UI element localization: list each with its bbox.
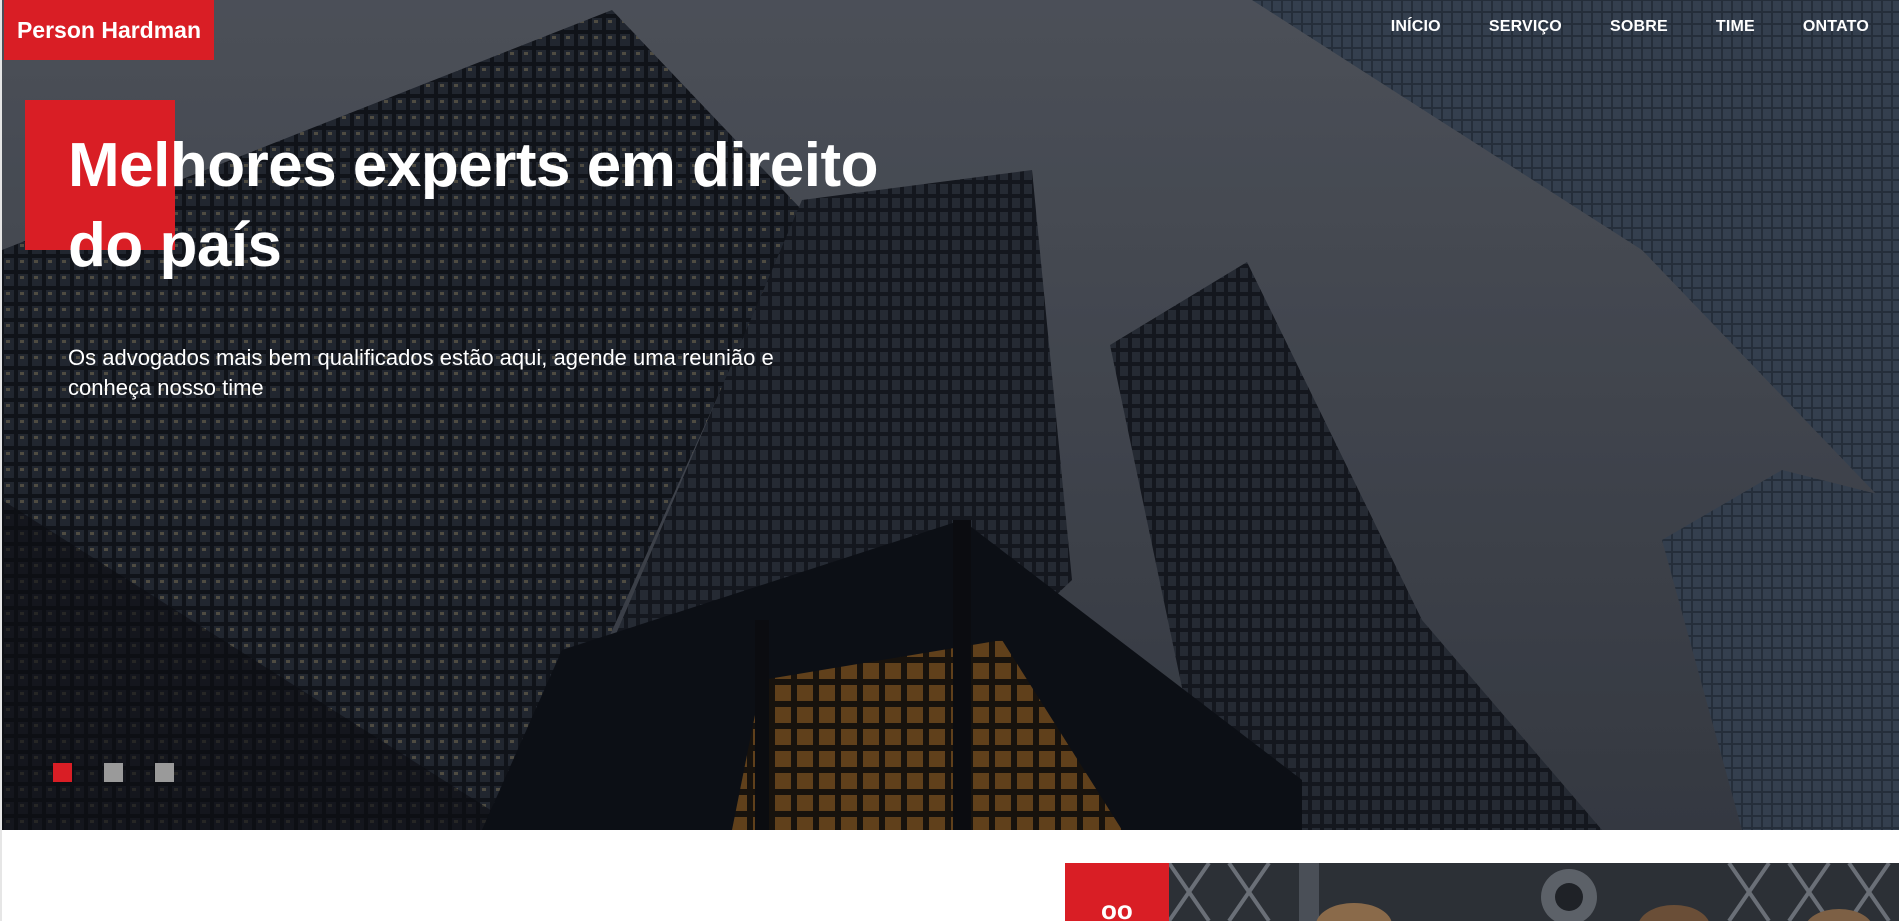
- hero-section: Melhores experts em direito do país Os a…: [0, 0, 1899, 830]
- slider-dot-1[interactable]: [53, 763, 72, 782]
- hero-subtitle: Os advogados mais bem qualificados estão…: [68, 345, 774, 400]
- team-photo: [1169, 863, 1899, 921]
- team-photo-image: [1169, 863, 1899, 921]
- nav-item-time[interactable]: TIME: [1716, 18, 1755, 36]
- hero-headline: Melhores experts em direito do país: [68, 131, 879, 280]
- slider-dot-2[interactable]: [104, 763, 123, 782]
- nav-item-contato[interactable]: ONTATO: [1803, 18, 1869, 36]
- hero-dark-overlay: [2, 0, 1899, 830]
- brand-logo[interactable]: Person Hardman: [4, 0, 214, 60]
- quote-badge: oo: [1065, 863, 1169, 921]
- slider-pagination: [53, 763, 174, 782]
- main-nav: INÍCIO SERVIÇO SOBRE TIME ONTATO: [1391, 18, 1869, 36]
- page: Melhores experts em direito do país Os a…: [0, 0, 1899, 921]
- slider-dot-3[interactable]: [155, 763, 174, 782]
- nav-item-servico[interactable]: SERVIÇO: [1489, 18, 1562, 36]
- nav-item-sobre[interactable]: SOBRE: [1610, 18, 1668, 36]
- quote-icon: oo: [1101, 895, 1133, 921]
- nav-item-inicio[interactable]: INÍCIO: [1391, 18, 1441, 36]
